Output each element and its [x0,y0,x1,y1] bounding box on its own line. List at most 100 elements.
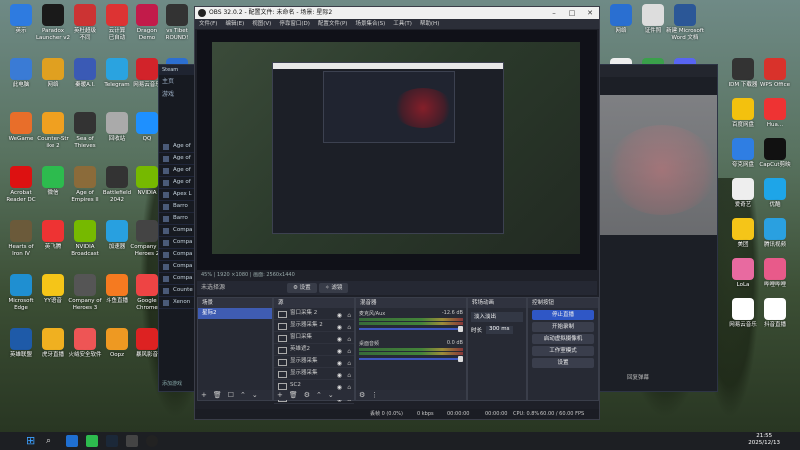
obs-window[interactable]: OBS 32.0.2 - 配置文件: 未命名 - 场景: 星际2 – □ ✕ 文… [194,6,600,420]
volume-slider[interactable] [359,356,463,362]
scene-item[interactable]: 星际2 [198,308,272,319]
add-source-icon[interactable]: + [277,391,283,399]
app-icon [136,4,158,26]
mixer-menu-icon[interactable]: ⋮ [371,391,378,399]
studio-mode-button[interactable]: 工作室模式 [532,346,594,356]
desktop-icon[interactable]: WPS Office [754,58,796,89]
steam-game-item[interactable]: Age of [159,165,199,177]
remove-source-icon[interactable]: 🗑 [289,391,298,399]
transition-type-select[interactable]: 淡入淡出 [471,312,523,322]
trash-icon[interactable]: 🗑 [213,391,222,399]
menu-item[interactable]: 编辑(E) [225,21,244,27]
volume-slider[interactable] [359,326,463,332]
game-icon [163,168,169,174]
volume-meter [359,352,463,355]
close-icon[interactable]: ✕ [581,7,599,19]
menu-item[interactable]: 工具(T) [393,21,412,27]
start-icon[interactable]: ⊞ [26,435,38,447]
sources-dock: 源 窗口采集 2 ◉ ⌂ 显示器采集 2 ◉ ⌂ 窗口采集 ◉ ⌂ 英雄遮2 ◉ ⌂ 显示器采集 ◉ ⌂ 显示… [273,297,355,404]
app-icon [74,58,96,80]
menu-item[interactable]: 场景集合(S) [355,21,385,27]
menu-item[interactable]: 停靠窗口(D) [279,21,310,27]
menu-item[interactable]: 文件(F) [199,21,217,27]
app-icon [764,138,786,160]
source-down-icon[interactable]: ⌄ [328,391,334,399]
menu-item[interactable]: 视图(V) [252,21,271,27]
steam-game-item[interactable]: Compa [159,249,199,261]
app-icon [42,58,64,80]
steam-game-item[interactable]: Age of [159,177,199,189]
steam-game-item[interactable]: Compa [159,261,199,273]
app-icon [136,328,158,350]
steam-tab-games[interactable]: 游戏 [159,89,199,101]
menu-item[interactable]: 配置文件(P) [318,21,348,27]
source-label: SC2 [290,382,301,388]
steam-game-item[interactable]: Apex L [159,189,199,201]
stop-streaming-button[interactable]: 停止直播 [532,310,594,320]
clock[interactable]: 21:55 2025/12/13 [748,433,780,447]
app-icon [10,166,32,188]
steam-add-game[interactable]: 添加游戏 [162,380,182,387]
virtual-camera-button[interactable]: 启动虚拟摄像机 [532,334,594,344]
reply-danmu-label[interactable]: 回复弹幕 [627,373,649,381]
app-icon [732,258,754,280]
app-icon [74,220,96,242]
minimize-icon[interactable]: – [545,7,563,19]
steam-game-item[interactable]: Barro [159,213,199,225]
move-down-icon[interactable]: ⌄ [252,391,258,399]
app-icon [42,4,64,26]
add-icon[interactable]: + [201,391,207,399]
clock-date: 2025/12/13 [748,440,780,446]
desktop-icon[interactable]: Hua... [754,98,796,129]
settings-button[interactable]: 设置 [532,358,594,368]
steam-game-item[interactable]: Age of [159,153,199,165]
steam-game-item[interactable]: Age of [159,141,199,153]
source-up-icon[interactable]: ⌃ [316,391,322,399]
steam-game-item[interactable]: Barro [159,201,199,213]
source-item[interactable]: 显示器采集 2 ◉ ⌂ [274,320,354,332]
desktop-icon[interactable]: 优酷 [754,178,796,209]
desktop-icon[interactable]: 新建 Microsoft Word 文档 [664,4,706,41]
duration-input[interactable]: 300 ms [486,326,513,334]
taskbar-app-icon[interactable] [66,435,78,447]
source-item[interactable]: 窗口采集 2 ◉ ⌂ [274,308,354,320]
search-icon[interactable]: ⌕ [46,435,58,447]
source-settings-icon[interactable]: ⚙ [304,391,310,399]
source-item[interactable]: 英雄遮2 ◉ ⌂ [274,344,354,356]
clock-time: 21:55 [756,433,773,439]
start-recording-button[interactable]: 开始录制 [532,322,594,332]
move-up-icon[interactable]: ⌃ [240,391,246,399]
source-item[interactable]: 显示器采集 ◉ ⌂ [274,368,354,380]
desktop-icon[interactable]: 腾讯视频 [754,218,796,249]
source-item[interactable]: 窗口采集 ◉ ⌂ [274,332,354,344]
transitions-dock-title: 转场动画 [468,298,526,308]
desktop-icon[interactable]: CapCut剪映 [754,138,796,169]
properties-button[interactable]: ⚙ 设置 [287,283,317,293]
steam-icon[interactable] [106,435,118,447]
menu-item[interactable]: 帮助(H) [420,21,439,27]
obs-icon[interactable] [146,435,158,447]
properties-icon[interactable]: ☐ [228,391,234,399]
steam-game-item[interactable]: Compa [159,225,199,237]
steam-tab-home[interactable]: 主页 [159,75,199,89]
source-item[interactable]: 显示器采集 ◉ ⌂ [274,356,354,368]
desktop-icon[interactable]: 哔哩哔哩 [754,258,796,289]
taskbar-app-icon[interactable] [126,435,138,447]
app-icon [732,218,754,240]
steam-game-item[interactable]: Counte [159,285,199,297]
steam-game-item[interactable]: Compa [159,273,199,285]
steam-game-item[interactable]: Compa [159,237,199,249]
desktop-icon-label: vs Tibet ROUND! [165,28,189,41]
desktop-icon[interactable]: 抖音直播 [754,298,796,329]
mixer-settings-icon[interactable]: ⚙ [359,391,365,399]
source-label: 显示器采集 2 [290,322,323,328]
wechat-icon[interactable] [86,435,98,447]
desktop-icon[interactable]: vs Tibet ROUND! [156,4,198,41]
filters-button[interactable]: ✧ 滤镜 [319,283,349,293]
maximize-icon[interactable]: □ [563,7,581,19]
steam-game-list: Age of Age of Age of Age of Apex L Barro Barro… [159,141,199,309]
browser-window[interactable]: 回复弹幕 [596,64,718,392]
obs-preview[interactable] [197,30,597,270]
steam-game-item[interactable]: Xenon [159,297,199,309]
desktop-icon-label: 优酷 [769,202,781,208]
